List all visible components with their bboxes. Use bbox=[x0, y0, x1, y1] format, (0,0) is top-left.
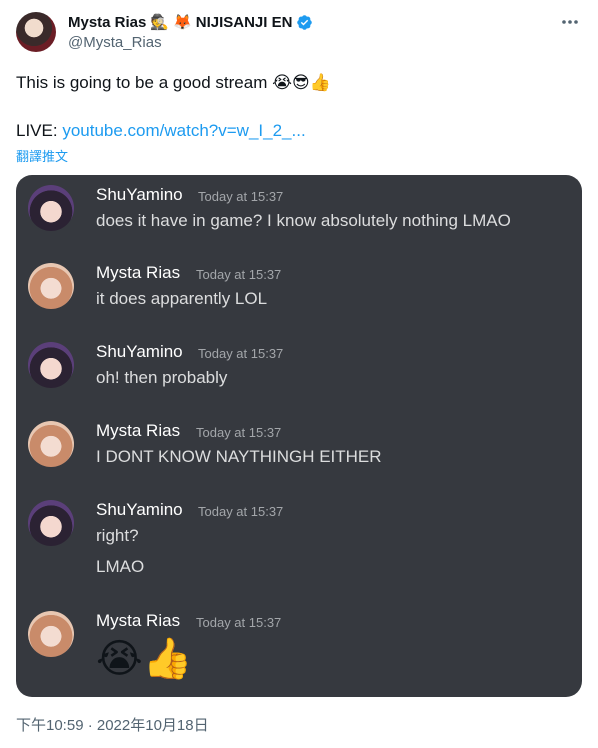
live-label: LIVE: bbox=[16, 121, 58, 140]
attached-image[interactable]: ShuYamino Today at 15:37 does it have in… bbox=[16, 175, 582, 697]
chat-username: ShuYamino bbox=[96, 185, 183, 204]
crying-emoji-icon: 😭👍 bbox=[96, 637, 193, 681]
user-avatar bbox=[28, 500, 74, 546]
more-options-icon[interactable] bbox=[560, 14, 580, 30]
fox-emoji-icon: 🦊 bbox=[173, 12, 192, 31]
tweet-text: This is going to be a good stream 😭😎👍 bbox=[16, 73, 331, 92]
chat-timestamp: Today at 15:37 bbox=[198, 189, 284, 204]
user-avatar bbox=[28, 421, 74, 467]
chat-username: Mysta Rias bbox=[96, 263, 181, 282]
chat-username: ShuYamino bbox=[96, 500, 183, 519]
author-name-suffix[interactable]: NIJISANJI EN bbox=[196, 14, 293, 31]
verified-badge-icon bbox=[297, 14, 313, 30]
chat-timestamp: Today at 15:37 bbox=[196, 425, 282, 440]
user-avatar bbox=[28, 342, 74, 388]
author-name[interactable]: Mysta Rias bbox=[68, 14, 146, 31]
translate-tweet-link[interactable]: 翻譯推文 bbox=[16, 146, 68, 165]
youtube-link[interactable]: youtube.com/watch?v=w_I_2_... bbox=[62, 121, 305, 140]
user-avatar bbox=[28, 611, 74, 657]
chat-text: does it have in game? I know absolutely … bbox=[96, 211, 511, 230]
author-handle[interactable]: @Mysta_Rias bbox=[68, 34, 162, 51]
user-avatar bbox=[28, 185, 74, 231]
chat-username: Mysta Rias bbox=[96, 421, 181, 440]
chat-timestamp: Today at 15:37 bbox=[198, 504, 284, 519]
author-name-row[interactable]: Mysta Rias 🕵️ 🦊 NIJISANJI EN bbox=[68, 12, 313, 32]
user-avatar bbox=[28, 263, 74, 309]
chat-text: it does apparently LOL bbox=[96, 289, 268, 308]
chat-text: oh! then probably bbox=[96, 368, 228, 387]
author-avatar[interactable] bbox=[16, 12, 56, 52]
tweet-timestamp[interactable]: 下午10:59 · 2022年10月18日 bbox=[16, 714, 209, 735]
chat-text: I DONT KNOW NAYTHINGH EITHER bbox=[96, 447, 382, 466]
detective-emoji-icon: 🕵️ bbox=[150, 12, 170, 31]
chat-timestamp: Today at 15:37 bbox=[196, 267, 282, 282]
chat-text: LMAO bbox=[96, 557, 145, 576]
chat-timestamp: Today at 15:37 bbox=[196, 615, 282, 630]
chat-username: Mysta Rias bbox=[96, 611, 181, 630]
chat-text: right? bbox=[96, 526, 139, 545]
chat-timestamp: Today at 15:37 bbox=[198, 346, 284, 361]
live-line: LIVE: youtube.com/watch?v=w_I_2_... bbox=[16, 120, 306, 142]
chat-username: ShuYamino bbox=[96, 342, 183, 361]
